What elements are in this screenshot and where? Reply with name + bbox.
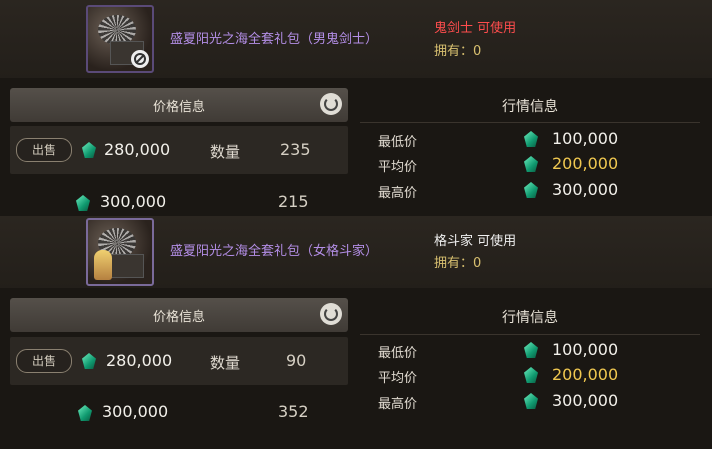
item-name: 盛夏阳光之海全套礼包（女格斗家）	[170, 244, 379, 259]
character-figure-icon	[94, 250, 112, 280]
gem-icon	[524, 367, 538, 383]
gem-icon	[524, 342, 538, 358]
gem-icon	[78, 405, 92, 421]
quantity-value: 215	[278, 192, 309, 211]
divider	[360, 122, 700, 123]
avg-price-label: 平均价	[378, 160, 418, 175]
gem-icon	[82, 353, 96, 369]
min-price-value: 100,000	[552, 129, 619, 148]
usable-class: 鬼剑士 可使用	[434, 21, 517, 36]
min-price-row: 最低价 100,000	[360, 128, 700, 150]
min-price-label: 最低价	[378, 346, 418, 361]
price-value: 280,000	[104, 140, 171, 159]
item-thumbnail[interactable]	[86, 5, 154, 73]
sell-button[interactable]: 出售	[16, 138, 72, 162]
listing-2: 盛夏阳光之海全套礼包（女格斗家） 格斗家 可使用 拥有：0 价格信息 出售 28…	[0, 216, 712, 449]
avg-price-value: 200,000	[552, 365, 619, 384]
price-value: 300,000	[100, 192, 167, 211]
usable-class: 格斗家 可使用	[434, 234, 517, 249]
refresh-icon[interactable]	[320, 303, 342, 325]
unusable-icon	[131, 50, 149, 68]
item-name: 盛夏阳光之海全套礼包（男鬼剑士）	[170, 32, 379, 47]
gem-icon	[82, 142, 96, 158]
max-price-row: 最高价 300,000	[360, 390, 700, 412]
gem-icon	[524, 182, 538, 198]
min-price-value: 100,000	[552, 340, 619, 359]
price-info-title: 价格信息	[152, 310, 205, 325]
price-info-header: 价格信息	[10, 88, 348, 122]
quantity-value: 235	[280, 140, 311, 159]
owned-count: 拥有：0	[434, 44, 482, 59]
price-value: 280,000	[106, 351, 173, 370]
item-thumbnail[interactable]	[86, 218, 154, 286]
price-info-header: 价格信息	[10, 298, 348, 332]
gem-icon	[76, 195, 90, 211]
market-info-title: 行情信息	[502, 310, 558, 326]
price-info-title: 价格信息	[152, 100, 205, 115]
price-row: 出售 280,000 数量 235	[10, 126, 348, 174]
price-value: 300,000	[102, 402, 169, 421]
max-price-row: 最高价 300,000	[360, 179, 700, 201]
gem-icon	[524, 156, 538, 172]
avg-price-value: 200,000	[552, 154, 619, 173]
max-price-label: 最高价	[378, 186, 418, 201]
avg-price-row: 平均价 200,000	[360, 153, 700, 175]
max-price-label: 最高价	[378, 397, 418, 412]
market-info-title: 行情信息	[502, 99, 558, 115]
avg-price-label: 平均价	[378, 371, 418, 386]
gift-box-icon	[110, 254, 144, 278]
quantity-value: 352	[278, 402, 309, 421]
price-row: 300,000 352	[10, 398, 348, 440]
quantity-value: 90	[286, 351, 307, 370]
quantity-label: 数量	[210, 354, 241, 372]
listing-1: 盛夏阳光之海全套礼包（男鬼剑士） 鬼剑士 可使用 拥有：0 价格信息 出售 28…	[0, 0, 712, 216]
price-row: 出售 280,000 数量 90	[10, 337, 348, 385]
owned-count: 拥有：0	[434, 256, 482, 271]
divider	[360, 334, 700, 335]
min-price-row: 最低价 100,000	[360, 339, 700, 361]
avg-price-row: 平均价 200,000	[360, 364, 700, 386]
sell-button[interactable]: 出售	[16, 349, 72, 373]
min-price-label: 最低价	[378, 135, 418, 150]
max-price-value: 300,000	[552, 180, 619, 199]
gem-icon	[524, 393, 538, 409]
refresh-icon[interactable]	[320, 93, 342, 115]
gem-icon	[524, 131, 538, 147]
quantity-label: 数量	[210, 143, 241, 161]
max-price-value: 300,000	[552, 391, 619, 410]
